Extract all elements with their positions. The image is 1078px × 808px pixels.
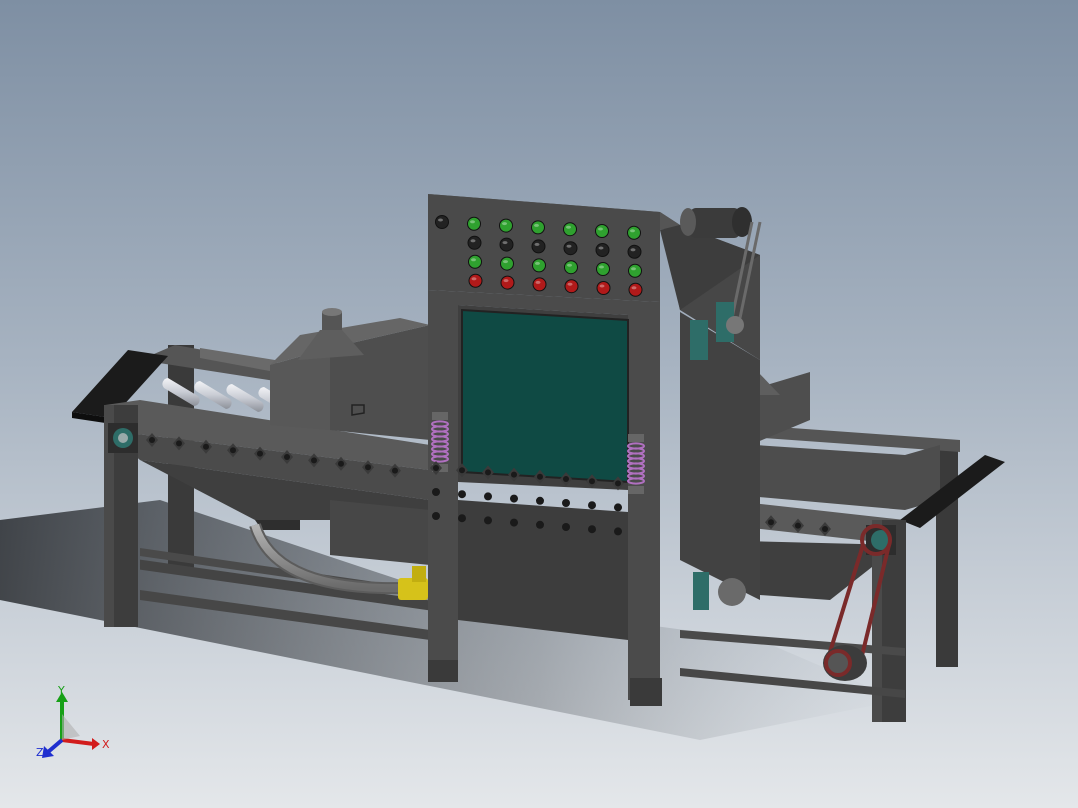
panel-button-green[interactable] [596, 262, 610, 276]
panel-button-green[interactable] [595, 224, 609, 238]
bolt [484, 492, 492, 501]
bolt [484, 516, 492, 525]
bolt [536, 520, 544, 529]
z-axis-label: Z [36, 746, 44, 759]
panel-button-green[interactable] [500, 256, 514, 271]
bolt [432, 488, 440, 496]
cad-viewport[interactable] [0, 0, 1078, 808]
panel-button-red[interactable] [468, 273, 483, 288]
panel-button-green[interactable] [531, 220, 545, 235]
inspection-window [461, 308, 629, 484]
panel-button-green[interactable] [468, 254, 482, 269]
bolt [536, 496, 544, 505]
bolt [458, 490, 466, 499]
panel-button-green[interactable] [563, 222, 577, 237]
bolt [432, 512, 440, 520]
x-axis-arrow [61, 738, 100, 750]
bolt [562, 523, 570, 531]
bolt [614, 527, 622, 536]
bolt [562, 499, 570, 507]
panel-button-dark[interactable] [627, 244, 642, 259]
panel-button-green[interactable] [628, 263, 642, 278]
panel-button-dark[interactable] [467, 235, 482, 250]
bolt [588, 525, 596, 534]
panel-button-red[interactable] [500, 275, 515, 290]
panel-button-dark[interactable] [499, 237, 514, 252]
panel-button-green[interactable] [627, 225, 641, 240]
bolt [588, 501, 596, 510]
panel-button-red[interactable] [628, 282, 643, 297]
panel-button-red[interactable] [596, 281, 611, 295]
roller [226, 384, 264, 412]
bolt [510, 518, 518, 527]
panel-button-dark[interactable] [531, 239, 546, 254]
panel-button-red[interactable] [532, 277, 547, 292]
panel-button-dark[interactable] [563, 241, 578, 256]
panel-button-green[interactable] [532, 258, 546, 273]
roller [194, 381, 232, 409]
bolt [614, 503, 622, 512]
bolt [458, 514, 466, 523]
x-axis-label: X [102, 738, 110, 751]
z-axis-arrow [42, 738, 64, 758]
y-axis-label: Y [57, 684, 65, 697]
panel-button-dark[interactable] [435, 215, 449, 229]
panel-button-green[interactable] [564, 260, 578, 275]
panel-button-green[interactable] [467, 216, 481, 231]
panel-button-red[interactable] [564, 279, 579, 294]
axis-triad: Y X Z [36, 684, 110, 759]
bolt [510, 494, 518, 503]
panel-button-green[interactable] [499, 218, 513, 233]
panel-button-dark[interactable] [595, 243, 610, 257]
